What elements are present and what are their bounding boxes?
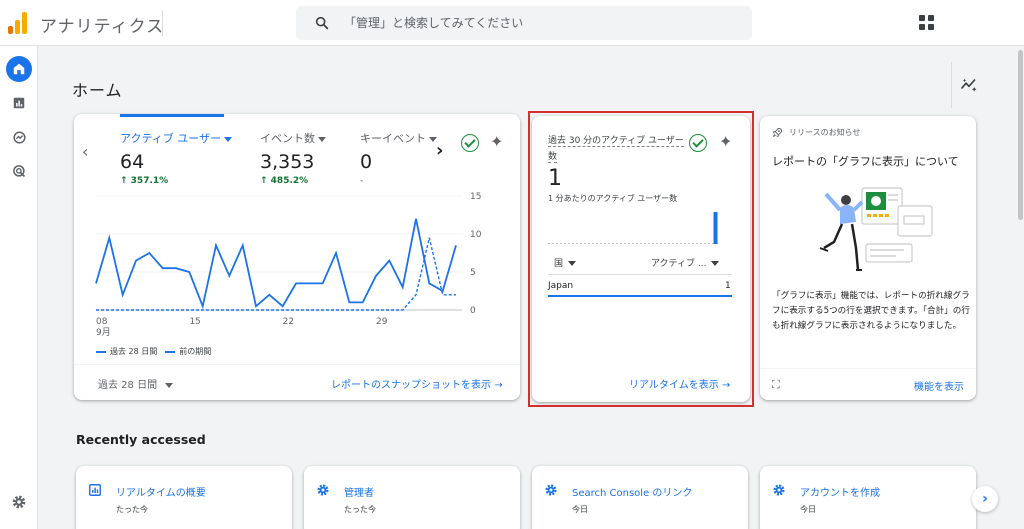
- recent-item-time: たった今: [116, 505, 148, 514]
- chevron-right-icon[interactable]: ›: [436, 140, 443, 161]
- y-tick-label: 5: [470, 268, 476, 278]
- y-tick-label: 0: [470, 306, 476, 316]
- metric-label: アクティブ ユーザー: [120, 132, 222, 145]
- caret-down-icon: [165, 382, 174, 388]
- recent-item-name: アカウントを作成: [800, 488, 880, 499]
- recent-item[interactable]: リアルタイムの概要 たった今: [76, 466, 292, 529]
- chart-legend: 過去 28 日間 前の期間: [96, 346, 211, 357]
- chevron-left-icon[interactable]: ‹: [82, 142, 88, 161]
- target-icon: [12, 164, 25, 177]
- carousel-next-button[interactable]: ›: [972, 486, 998, 512]
- recent-item[interactable]: 管理者 たった今: [304, 466, 520, 529]
- scrollbar-thumb[interactable]: [1018, 50, 1023, 220]
- metric-active-users[interactable]: アクティブ ユーザー 64 ↑ 357.1%: [120, 130, 233, 186]
- y-tick-label: 15: [470, 192, 481, 202]
- top-bar: アナリティクス: [0, 0, 1024, 46]
- nav-reports-button[interactable]: [6, 90, 32, 116]
- legend-label: 前の期間: [179, 347, 212, 356]
- gear-icon: [317, 484, 329, 496]
- overview-card: ‹ アクティブ ユーザー 64 ↑ 357.1% イベント数 3,353 ↑ 4…: [74, 114, 520, 400]
- check-circle-icon[interactable]: [461, 134, 479, 152]
- recent-item[interactable]: アカウントを作成 今日: [760, 466, 976, 529]
- metric-delta: ↑ 485.2%: [260, 176, 309, 186]
- x-month-label: 9月: [96, 327, 111, 338]
- legend-solid-swatch: [96, 350, 106, 353]
- arrow-right-icon: →: [494, 380, 503, 391]
- rocket-icon: [772, 127, 783, 138]
- nav-explore-button[interactable]: [6, 124, 32, 150]
- recent-item-name: 管理者: [344, 488, 374, 499]
- recently-accessed-title: Recently accessed: [76, 432, 206, 447]
- recent-item-name: Search Console のリンク: [572, 488, 693, 499]
- recent-item-time: たった今: [344, 505, 376, 514]
- view-feature-link[interactable]: 機能を表示: [914, 378, 964, 393]
- recent-item-name: リアルタイムの概要: [116, 488, 206, 499]
- report-icon: [89, 484, 101, 496]
- apps-grid-icon[interactable]: [919, 15, 935, 31]
- analytics-logo-icon[interactable]: [8, 12, 30, 34]
- chevron-right-icon: ›: [982, 491, 988, 507]
- caret-down-icon: [318, 136, 326, 142]
- metric-value: 3,353: [260, 151, 315, 173]
- gear-icon[interactable]: [11, 494, 27, 510]
- metric-label: キーイベント: [360, 132, 426, 145]
- metric-delta: ↑ 357.1%: [120, 176, 169, 186]
- bar-chart-icon: [13, 97, 25, 109]
- search-input[interactable]: [344, 12, 734, 34]
- divider: [951, 62, 952, 108]
- snapshot-link[interactable]: レポートのスナップショットを表示 →: [331, 376, 503, 391]
- selected-metric-indicator: [120, 114, 224, 117]
- current-period-line: [95, 218, 457, 310]
- sparkle-icon[interactable]: ✦: [490, 132, 503, 151]
- gear-icon: [773, 484, 785, 496]
- x-tick-label: 29: [376, 317, 388, 327]
- nav-advertising-button[interactable]: [6, 158, 32, 184]
- recent-item[interactable]: Search Console のリンク 今日: [532, 466, 748, 529]
- metric-value: 0: [360, 151, 373, 173]
- gear-icon: [545, 484, 557, 496]
- search-bar[interactable]: [296, 6, 752, 40]
- recent-item-time: 今日: [800, 505, 816, 514]
- caret-down-icon: [224, 136, 233, 142]
- divider: [760, 368, 976, 369]
- release-card: リリースのお知らせ レポートの「グラフに表示」について 「グラフに表示」機能では…: [760, 116, 976, 400]
- legend-label: 過去 28 日間: [110, 347, 158, 356]
- divider: [162, 10, 163, 36]
- release-title: レポートの「グラフに表示」について: [772, 155, 959, 168]
- release-header: リリースのお知らせ: [772, 127, 860, 138]
- metric-event-count[interactable]: イベント数 3,353 ↑ 485.2%: [260, 130, 326, 186]
- nav-home-button[interactable]: [6, 56, 32, 82]
- date-range-select[interactable]: 過去 28 日間: [98, 376, 174, 391]
- previous-period-line: [96, 237, 456, 311]
- page-title: ホーム: [72, 81, 123, 100]
- insights-icon[interactable]: [960, 76, 978, 92]
- release-body: 「グラフに表示」機能では、レポートの折れ線グラフに表示する5つの行を選択できます…: [772, 291, 970, 331]
- metric-key-events[interactable]: キーイベント 0 -: [360, 130, 437, 186]
- x-tick-label: 15: [189, 317, 200, 327]
- expand-icon[interactable]: ⛶: [772, 378, 780, 392]
- metric-value: 64: [120, 151, 145, 173]
- metric-delta: -: [360, 176, 364, 186]
- y-tick-label: 10: [470, 230, 482, 240]
- recent-item-time: 今日: [572, 505, 588, 514]
- date-range-label: 過去 28 日間: [98, 380, 158, 391]
- left-nav: [0, 46, 38, 529]
- home-icon: [13, 63, 25, 75]
- explore-icon: [12, 130, 26, 144]
- legend-dashed-swatch: [165, 350, 176, 353]
- x-tick-label: 08: [96, 317, 108, 327]
- search-icon: [315, 16, 329, 30]
- snapshot-link-label: レポートのスナップショットを表示: [331, 380, 491, 391]
- release-header-label: リリースのお知らせ: [789, 128, 861, 137]
- release-illustration: [819, 187, 933, 271]
- line-chart: 15 10 5 0 08 15 22 29 9月: [95, 192, 482, 338]
- divider: [74, 364, 520, 365]
- app-title: アナリティクス: [40, 17, 165, 37]
- x-tick-label: 22: [283, 317, 294, 327]
- highlight-box: [528, 111, 754, 407]
- metric-label: イベント数: [260, 132, 315, 145]
